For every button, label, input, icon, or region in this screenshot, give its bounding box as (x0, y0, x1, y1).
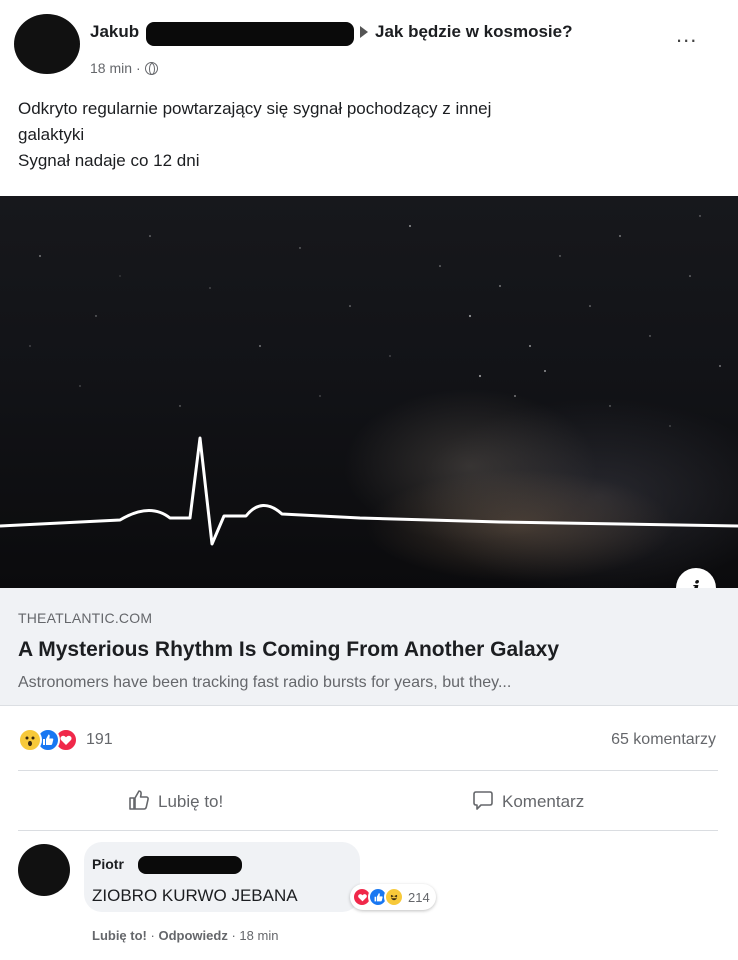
post-text-line: Odkryto regularnie powtarzający się sygn… (18, 99, 492, 118)
comment-reactions[interactable]: 214 (350, 884, 436, 910)
commenter-avatar[interactable] (18, 844, 70, 896)
post-timestamp[interactable]: 18 min (90, 60, 132, 76)
post-text: Odkryto regularnie powtarzający się sygn… (18, 96, 718, 174)
comment-reaction-count: 214 (408, 889, 430, 905)
link-description: Astronomers have been tracking fast radi… (18, 674, 512, 691)
night-sky-heartbeat-graphic (0, 215, 738, 546)
divider (18, 770, 718, 771)
heartbeat-line (0, 436, 738, 546)
post-text-line: galaktyki (18, 125, 85, 144)
arrow-right-icon (360, 26, 368, 38)
stars (29, 215, 721, 427)
redacted-commenter-surname (138, 856, 242, 874)
post-text-line: Sygnał nadaje co 12 dni (18, 151, 200, 170)
author-avatar[interactable] (14, 14, 80, 74)
comment-count[interactable]: 65 komentarzy (611, 731, 716, 749)
globe-icon (144, 61, 158, 75)
redacted-author-surname (146, 22, 354, 46)
comment-button-label: Komentarz (502, 792, 585, 811)
separator: · (150, 928, 155, 943)
comment-text: ZIOBRO KURWO JEBANA (92, 886, 298, 905)
link-domain: THEATLANTIC.COM (18, 610, 153, 626)
reactions-summary: 191 65 komentarzy (0, 722, 738, 762)
reaction-count[interactable]: 191 (86, 731, 113, 749)
comment-button[interactable]: Komentarz (472, 784, 584, 820)
group-name[interactable]: Jak będzie w kosmosie? (375, 22, 572, 42)
thumbs-up-icon (128, 789, 150, 816)
like-button[interactable]: Lubię to! (128, 784, 223, 820)
post-meta: 18 min · (90, 60, 158, 76)
like-button-label: Lubię to! (158, 792, 224, 811)
comment-like-link[interactable]: Lubię to! (92, 928, 147, 943)
meta-separator: · (136, 60, 141, 76)
comment-reply-link[interactable]: Odpowiedz (158, 928, 227, 943)
separator: · (231, 928, 236, 943)
link-preview-image[interactable] (0, 196, 738, 588)
more-options-icon[interactable]: ... (676, 24, 697, 46)
link-card[interactable]: THEATLANTIC.COM A Mysterious Rhythm Is C… (0, 588, 738, 706)
comment-bubble-icon (472, 789, 494, 816)
haha-reaction-icon (384, 887, 404, 907)
link-title[interactable]: A Mysterious Rhythm Is Coming From Anoth… (18, 638, 559, 662)
divider (18, 830, 718, 831)
comment-actions: Lubię to! · Odpowiedz · 18 min (92, 928, 278, 943)
commenter-name[interactable]: Piotr (92, 856, 124, 872)
post-header: Jakub Jak będzie w kosmosie? 18 min · ..… (0, 0, 738, 84)
comment-timestamp[interactable]: 18 min (239, 928, 278, 943)
author-name[interactable]: Jakub (90, 22, 139, 42)
wow-reaction-icon[interactable] (18, 728, 42, 752)
